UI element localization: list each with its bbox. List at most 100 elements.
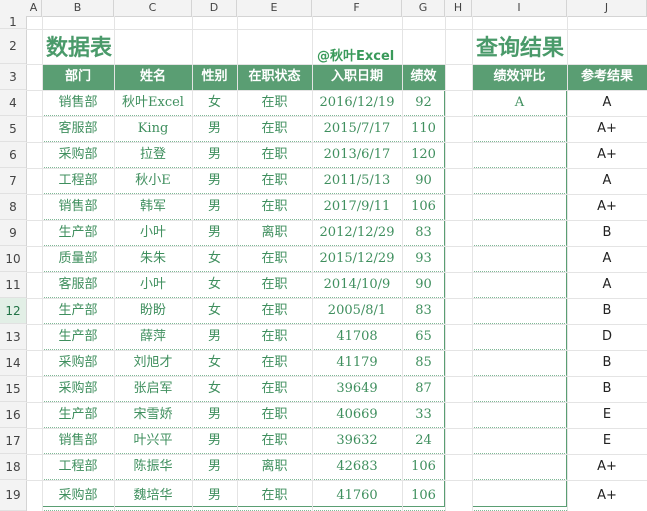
row-header-13[interactable]: 13 [0, 324, 26, 350]
data-cell[interactable]: 女 [192, 246, 237, 272]
data-cell[interactable]: 42683 [312, 454, 402, 480]
row-header-8[interactable]: 8 [0, 194, 26, 220]
data-cell[interactable]: 薛萍 [114, 324, 192, 350]
data-cell[interactable]: 生产部 [42, 220, 114, 246]
result-cell[interactable]: A [567, 246, 647, 272]
data-cell[interactable]: 106 [402, 480, 445, 511]
data-cell[interactable]: 朱朱 [114, 246, 192, 272]
result-cell[interactable]: A [567, 90, 647, 116]
data-cell[interactable]: 生产部 [42, 298, 114, 324]
row-header-19[interactable]: 19 [0, 480, 26, 511]
data-cell[interactable]: 24 [402, 428, 445, 454]
result-cell[interactable]: A+ [567, 142, 647, 168]
data-cell[interactable]: 2017/9/11 [312, 194, 402, 220]
data-cell[interactable]: 2016/12/19 [312, 90, 402, 116]
data-cell[interactable]: 女 [192, 298, 237, 324]
data-cell[interactable]: 90 [402, 272, 445, 298]
rating-cell[interactable] [472, 454, 567, 480]
column-header-b[interactable]: B [42, 0, 114, 16]
data-cell[interactable]: 在职 [237, 90, 312, 116]
data-cell[interactable]: 在职 [237, 194, 312, 220]
data-cell[interactable]: 女 [192, 350, 237, 376]
row-header-14[interactable]: 14 [0, 350, 26, 376]
data-cell[interactable]: 魏培华 [114, 480, 192, 511]
result-cell[interactable]: A+ [567, 116, 647, 142]
rating-cell[interactable] [472, 376, 567, 402]
data-cell[interactable]: 男 [192, 116, 237, 142]
result-cell[interactable]: B [567, 298, 647, 324]
data-cell[interactable]: 离职 [237, 454, 312, 480]
data-cell[interactable]: 客服部 [42, 116, 114, 142]
data-cell[interactable]: 39649 [312, 376, 402, 402]
result-cell[interactable]: D [567, 324, 647, 350]
data-cell[interactable]: 41708 [312, 324, 402, 350]
data-cell[interactable]: 离职 [237, 220, 312, 246]
rating-cell[interactable] [472, 402, 567, 428]
data-cell[interactable]: 85 [402, 350, 445, 376]
rating-cell[interactable] [472, 298, 567, 324]
data-cell[interactable]: 93 [402, 246, 445, 272]
data-cell[interactable]: 采购部 [42, 376, 114, 402]
rating-cell[interactable] [472, 142, 567, 168]
column-header-d[interactable]: D [192, 0, 237, 16]
data-cell[interactable]: 宋雪娇 [114, 402, 192, 428]
data-cell[interactable]: 销售部 [42, 194, 114, 220]
data-cell[interactable]: 92 [402, 90, 445, 116]
rating-cell[interactable] [472, 194, 567, 220]
data-cell[interactable]: 2014/10/9 [312, 272, 402, 298]
data-cell[interactable]: 男 [192, 142, 237, 168]
data-cell[interactable]: 男 [192, 194, 237, 220]
data-cell[interactable]: 男 [192, 402, 237, 428]
data-cell[interactable]: 2005/8/1 [312, 298, 402, 324]
data-cell[interactable]: 女 [192, 376, 237, 402]
data-cell[interactable]: 采购部 [42, 142, 114, 168]
column-header-j[interactable]: J [567, 0, 647, 16]
data-cell[interactable]: 87 [402, 376, 445, 402]
data-cell[interactable]: 女 [192, 90, 237, 116]
data-cell[interactable]: 在职 [237, 116, 312, 142]
column-header-a[interactable]: A [26, 0, 42, 16]
result-cell[interactable]: A+ [567, 454, 647, 480]
data-cell[interactable]: 41179 [312, 350, 402, 376]
data-cell[interactable]: 39632 [312, 428, 402, 454]
data-cell[interactable]: 在职 [237, 428, 312, 454]
data-cell[interactable]: 小叶 [114, 272, 192, 298]
data-cell[interactable]: 在职 [237, 480, 312, 511]
result-cell[interactable]: A+ [567, 194, 647, 220]
data-cell[interactable]: 2012/12/29 [312, 220, 402, 246]
column-header-f[interactable]: F [312, 0, 402, 16]
row-header-4[interactable]: 4 [0, 90, 26, 116]
data-cell[interactable]: 客服部 [42, 272, 114, 298]
rating-cell[interactable] [472, 350, 567, 376]
row-header-2[interactable]: 2 [0, 29, 26, 64]
data-cell[interactable]: King [114, 116, 192, 142]
data-cell[interactable]: 女 [192, 272, 237, 298]
row-header-10[interactable]: 10 [0, 246, 26, 272]
data-cell[interactable]: 在职 [237, 324, 312, 350]
data-cell[interactable]: 在职 [237, 168, 312, 194]
data-cell[interactable]: 秋叶Excel [114, 90, 192, 116]
row-header-17[interactable]: 17 [0, 428, 26, 454]
data-cell[interactable]: 销售部 [42, 428, 114, 454]
data-cell[interactable]: 秋小E [114, 168, 192, 194]
rating-cell[interactable] [472, 272, 567, 298]
data-cell[interactable]: 83 [402, 220, 445, 246]
row-header-6[interactable]: 6 [0, 142, 26, 168]
data-cell[interactable]: 33 [402, 402, 445, 428]
data-cell[interactable]: 2011/5/13 [312, 168, 402, 194]
row-header-12[interactable]: 12 [0, 298, 26, 324]
row-header-7[interactable]: 7 [0, 168, 26, 194]
data-cell[interactable]: 质量部 [42, 246, 114, 272]
data-cell[interactable]: 90 [402, 168, 445, 194]
data-cell[interactable]: 男 [192, 220, 237, 246]
data-cell[interactable]: 在职 [237, 350, 312, 376]
data-cell[interactable]: 在职 [237, 402, 312, 428]
result-cell[interactable]: A [567, 168, 647, 194]
data-cell[interactable]: 叶兴平 [114, 428, 192, 454]
rating-cell[interactable] [472, 116, 567, 142]
column-header-i[interactable]: I [472, 0, 567, 16]
row-header-15[interactable]: 15 [0, 376, 26, 402]
data-cell[interactable]: 张启军 [114, 376, 192, 402]
data-cell[interactable]: 41760 [312, 480, 402, 511]
result-cell[interactable]: A+ [567, 480, 647, 511]
